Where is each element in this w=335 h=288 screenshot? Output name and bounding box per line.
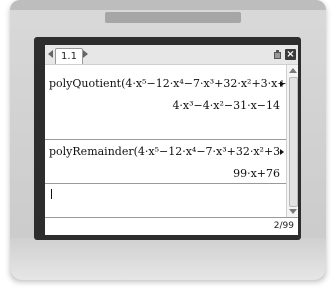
calculator-screen: 1.1 × polyQuotient(4·x⁵−12·x⁴−7·x³+32·x²… — [45, 45, 298, 235]
more-arrow-icon — [280, 149, 284, 155]
more-arrow-icon — [280, 81, 284, 87]
entry-result: 4·x³−4·x²−31·x−14 — [172, 99, 280, 112]
entry-divider — [45, 139, 286, 140]
battery-icon — [273, 50, 283, 60]
scroll-up-icon[interactable] — [289, 68, 297, 73]
scroll-down-icon[interactable] — [289, 209, 297, 214]
previous-tab-arrow-icon[interactable] — [48, 50, 53, 58]
next-tab-arrow-icon[interactable] — [83, 50, 88, 58]
entry-result: 99·x+76 — [233, 167, 280, 180]
status-bar: 2/99 — [45, 217, 298, 235]
tab-1-1[interactable]: 1.1 — [55, 48, 83, 64]
vertical-scrollbar[interactable] — [286, 65, 298, 217]
calculator-history: polyQuotient(4·x⁵−12·x⁴−7·x³+32·x²+3·x+ … — [45, 65, 287, 216]
scroll-thumb[interactable] — [289, 77, 298, 207]
page-count: 2/99 — [273, 221, 294, 231]
text-cursor[interactable] — [51, 189, 52, 199]
entry-command: polyQuotient(4·x⁵−12·x⁴−7·x³+32·x²+3·x+ — [49, 77, 287, 90]
device-top-slot — [105, 12, 241, 23]
close-icon[interactable]: × — [285, 49, 296, 60]
tab-bar: 1.1 × — [45, 45, 298, 65]
entry-divider — [45, 183, 286, 184]
entry-command: polyRemainder(4·x⁵−12·x⁴−7·x³+32·x²+3· — [49, 145, 284, 158]
device-bottom-bezel — [10, 238, 326, 280]
